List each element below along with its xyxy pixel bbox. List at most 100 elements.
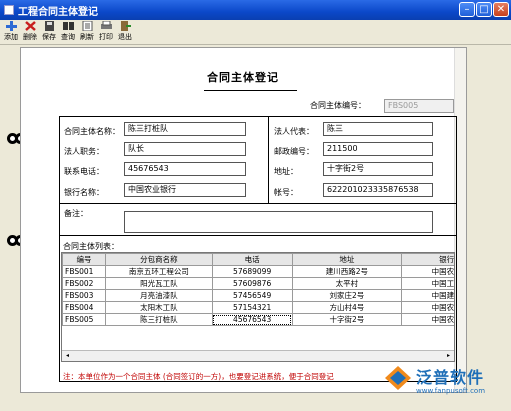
cell-address: 十字街2号 <box>291 313 403 326</box>
cell-code: FBS001 <box>62 265 106 278</box>
form-divider <box>59 235 457 236</box>
duty-label: 法人职务： <box>64 147 104 156</box>
table-row[interactable]: FBS004太阳木工队57154321方山村4号中国农业 <box>62 301 454 314</box>
phone-label: 联系电话： <box>64 167 104 176</box>
contract-grid: 编号 分包商名称 电话 地址 银行 FBS001 南京五环工程公司 57689099… <box>62 253 454 326</box>
contract-no-label: 合同主体编号： <box>310 101 366 110</box>
delete-button[interactable]: 删除 <box>21 20 39 44</box>
note-text: 注：本单位作为一个合同主体 (合同签订的一方)，也要登记进系统，便于合同登记 <box>63 372 334 381</box>
exit-label: 退出 <box>118 33 132 41</box>
duty-field[interactable]: 队长 <box>124 142 246 156</box>
add-button[interactable]: 添加 <box>2 20 20 44</box>
cell-bank: 中国建设 <box>401 289 454 302</box>
maximize-button[interactable]: □ <box>476 2 492 17</box>
address-field[interactable]: 十字街2号 <box>323 162 433 176</box>
bank-label: 银行名称： <box>64 188 104 197</box>
brand-logo: 泛普软件 www.fanpusoft.com <box>383 362 503 402</box>
save-button[interactable]: 保存 <box>40 20 58 44</box>
name-field[interactable]: 陈三打桩队 <box>124 122 246 136</box>
account-field[interactable]: 622201023335876538 <box>323 183 433 197</box>
refresh-label: 刷新 <box>80 33 94 41</box>
postcode-label: 邮政编号： <box>274 147 314 156</box>
cell-phone: 57154321 <box>211 301 293 314</box>
cell-name: 太阳木工队 <box>104 301 213 314</box>
cell-bank: 中国农业 <box>401 313 454 326</box>
remark-field[interactable] <box>124 211 433 233</box>
cell-code: FBS005 <box>62 313 106 326</box>
scroll-left-icon[interactable]: ◂ <box>63 352 72 360</box>
postcode-field[interactable]: 211500 <box>323 142 433 156</box>
scroll-right-icon[interactable]: ▸ <box>444 352 453 360</box>
form-title: 合同主体登记 <box>207 71 279 84</box>
cell-code: FBS004 <box>62 301 106 314</box>
table-row[interactable]: FBS001南京五环工程公司57689099建川西路2号中国农业 <box>62 265 454 278</box>
search-label: 查询 <box>61 33 75 41</box>
cell-address: 方山村4号 <box>291 301 403 314</box>
bank-field[interactable]: 中国农业银行 <box>124 183 246 197</box>
contract-no-field[interactable]: FBS005 <box>384 99 454 113</box>
cell-phone: 45676543 <box>211 313 293 326</box>
close-button[interactable]: ✕ <box>493 2 509 17</box>
remark-label: 备注： <box>64 209 88 218</box>
brand-url: www.fanpusoft.com <box>416 387 486 395</box>
cell-name: 陈三打桩队 <box>104 313 213 326</box>
cell-phone: 57456549 <box>211 289 293 302</box>
horizontal-scrollbar[interactable]: ◂ ▸ <box>62 350 454 361</box>
col-bank-header[interactable]: 银行 <box>401 253 454 266</box>
legal-rep-field[interactable]: 陈三 <box>323 122 433 136</box>
col-address-header[interactable]: 地址 <box>291 253 403 266</box>
title-underline <box>204 90 297 91</box>
exit-icon <box>120 21 131 31</box>
cell-bank: 中国农业 <box>401 301 454 314</box>
delete-label: 删除 <box>23 33 37 41</box>
add-icon <box>5 21 17 31</box>
print-button[interactable]: 打印 <box>97 20 115 44</box>
account-label: 帐号： <box>274 188 298 197</box>
window-titlebar: 工程合同主体登记 <box>0 0 511 20</box>
app-icon <box>4 5 14 15</box>
cell-bank: 中国工商 <box>401 277 454 290</box>
phone-field[interactable]: 45676543 <box>124 162 246 176</box>
cell-phone: 57609876 <box>211 277 293 290</box>
print-label: 打印 <box>99 33 113 41</box>
col-phone-header[interactable]: 电话 <box>211 253 293 266</box>
col-name-header[interactable]: 分包商名称 <box>104 253 213 266</box>
list-label: 合同主体列表： <box>63 242 119 251</box>
save-label: 保存 <box>42 33 56 41</box>
table-row[interactable]: FBS002阳光瓦工队57609876太平村中国工商 <box>62 277 454 290</box>
table-row[interactable]: FBS003月亮油漆队57456549刘家庄2号中国建设 <box>62 289 454 302</box>
cell-phone: 57689099 <box>211 265 293 278</box>
cell-address: 刘家庄2号 <box>291 289 403 302</box>
cell-name: 阳光瓦工队 <box>104 277 213 290</box>
search-icon <box>62 22 74 30</box>
save-icon <box>44 21 54 31</box>
minimize-button[interactable]: – <box>459 2 475 17</box>
contract-table: 编号 分包商名称 电话 地址 银行 FBS001 南京五环工程公司 57689099… <box>61 252 455 362</box>
refresh-button[interactable]: 刷新 <box>78 20 96 44</box>
add-label: 添加 <box>4 33 18 41</box>
cell-name: 月亮油漆队 <box>104 289 213 302</box>
cell-name: 南京五环工程公司 <box>104 265 213 278</box>
table-row[interactable]: FBS005陈三打桩队45676543十字街2号中国农业 <box>62 313 454 326</box>
legal-rep-label: 法人代表： <box>274 127 314 136</box>
row-divider <box>59 203 457 204</box>
exit-button[interactable]: 退出 <box>116 20 134 44</box>
cell-bank: 中国农业 <box>401 265 454 278</box>
col-code-header[interactable]: 编号 <box>62 253 106 266</box>
form-paper: 合同主体登记 合同主体编号： FBS005 合同主体名称： 陈三打桩队 法人代表… <box>20 47 467 393</box>
toolbar: 添加 删除 保存 查询 刷新 打印 退出 <box>0 20 511 45</box>
cell-code: FBS002 <box>62 277 106 290</box>
cell-address: 建川西路2号 <box>291 265 403 278</box>
delete-icon <box>24 21 36 31</box>
search-button[interactable]: 查询 <box>59 20 77 44</box>
cell-address: 太平村 <box>291 277 403 290</box>
print-icon <box>100 21 112 29</box>
name-label: 合同主体名称： <box>64 127 120 136</box>
column-divider <box>268 116 269 203</box>
cell-code: FBS003 <box>62 289 106 302</box>
address-label: 地址： <box>274 167 298 176</box>
brand-mark-icon <box>385 366 411 390</box>
window-title: 工程合同主体登记 <box>18 6 98 18</box>
brand-name: 泛普软件 <box>416 368 485 387</box>
refresh-icon <box>82 21 92 31</box>
